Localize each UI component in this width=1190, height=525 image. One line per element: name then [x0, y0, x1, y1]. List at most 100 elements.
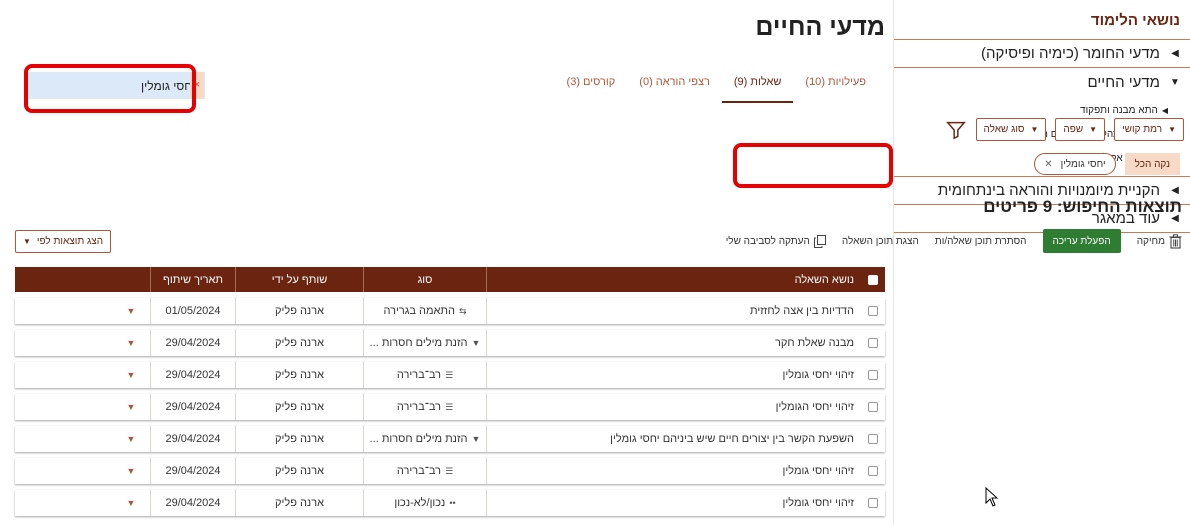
row-menu-button[interactable]: ▼: [112, 330, 150, 356]
table-row[interactable]: הדדיות בין אצה לחזזית ⇆ התאמה בגרירה ארנה פ…: [15, 298, 885, 324]
header-date[interactable]: תאריך שיתוף: [150, 267, 235, 292]
table-row[interactable]: זיהוי יחסי גומלין •• נכון/לא-נכון ארנה פליק…: [15, 490, 885, 516]
list-icon: ☰: [445, 401, 454, 412]
checkbox[interactable]: [867, 466, 878, 476]
actions-bar: מחיקה הפעלת עריכה הסתרת תוכן שאלה/ות הצג…: [726, 229, 1182, 253]
row-type-label: רב־ברירה: [396, 369, 442, 381]
row-type-label: הזנת מילים חסרות ...: [369, 337, 468, 349]
row-topic[interactable]: הדדיות בין אצה לחזזית: [486, 298, 860, 324]
row-checkbox[interactable]: [860, 298, 885, 324]
edit-button[interactable]: הפעלת עריכה: [1042, 229, 1121, 253]
dropdown-icon: ▼: [471, 434, 481, 444]
close-icon[interactable]: ✕: [1044, 159, 1052, 170]
active-filters: נקה הכל יחסי גומלין ✕: [1034, 153, 1180, 175]
copy-icon: [813, 234, 826, 248]
list-icon: ☰: [445, 465, 454, 476]
checkbox[interactable]: [867, 498, 878, 508]
tab-courses[interactable]: קורסים (3): [555, 72, 628, 103]
header-shared-by[interactable]: שותף על ידי: [235, 267, 363, 292]
row-checkbox[interactable]: [860, 362, 885, 388]
row-date: 29/04/2024: [150, 330, 235, 356]
filter-label: שפה: [1063, 124, 1084, 135]
filter-label: סוג שאלה: [983, 124, 1025, 135]
sidebar-subitem-label: התא מבנה ותפקוד: [1080, 104, 1158, 116]
caret-left-icon: ◀: [1161, 105, 1168, 115]
row-menu-button[interactable]: ▼: [112, 458, 150, 484]
row-date: 01/05/2024: [150, 298, 235, 324]
checkbox[interactable]: [867, 434, 878, 444]
row-menu-button[interactable]: ▼: [112, 490, 150, 516]
row-menu-button[interactable]: ▼: [112, 298, 150, 324]
row-menu-button[interactable]: ▼: [112, 426, 150, 452]
row-shared-by: ארנה פליק: [235, 330, 363, 356]
row-date: 29/04/2024: [150, 458, 235, 484]
caret-down-icon: ▼: [1030, 125, 1039, 134]
sidebar-title: נושאי הלימוד: [894, 0, 1190, 40]
table-row[interactable]: השפעת הקשר בין יצורים חיים שיש ביניהם יח…: [15, 426, 885, 452]
tab-activities[interactable]: פעילויות (10): [793, 72, 878, 103]
author-search-value: יחסי גומלין: [140, 78, 195, 93]
row-topic[interactable]: זיהוי יחסי גומלין: [486, 458, 860, 484]
row-checkbox[interactable]: [860, 490, 885, 516]
table-row[interactable]: זיהוי יחסי גומלין ☰ רב־ברירה ארנה פליק 29/04…: [15, 458, 885, 484]
row-menu-button[interactable]: ▼: [112, 362, 150, 388]
trash-icon: [1169, 233, 1182, 249]
author-search-input[interactable]: יחסי גומלין ×: [28, 72, 205, 99]
filter-language[interactable]: שפה ▼: [1055, 118, 1106, 141]
checkbox[interactable]: [867, 274, 878, 285]
checkbox[interactable]: [867, 402, 878, 412]
sort-results-button[interactable]: הצג תוצאות לפי ▼: [15, 230, 112, 253]
delete-button[interactable]: מחיקה: [1137, 229, 1182, 253]
checkbox[interactable]: [867, 306, 878, 316]
header-topic[interactable]: נושא השאלה: [486, 267, 860, 292]
filter-question-type[interactable]: סוג שאלה ▼: [975, 118, 1047, 141]
row-shared-by: ארנה פליק: [235, 490, 363, 516]
select-all-checkbox[interactable]: [860, 267, 885, 292]
sidebar-item-label: מדעי החיים: [1087, 73, 1160, 91]
header-type[interactable]: סוג: [363, 267, 486, 292]
tab-teaching-sequences[interactable]: רצפי הוראה (0): [627, 72, 722, 103]
row-date: 29/04/2024: [150, 490, 235, 516]
row-shared-by: ארנה פליק: [235, 458, 363, 484]
table-header: נושא השאלה סוג שותף על ידי תאריך שיתוף: [15, 267, 885, 292]
row-topic[interactable]: זיהוי יחסי גומלין: [486, 490, 860, 516]
tab-questions[interactable]: שאלות (9): [721, 72, 794, 103]
row-date: 29/04/2024: [150, 362, 235, 388]
row-menu-button[interactable]: ▼: [112, 394, 150, 420]
close-icon[interactable]: ×: [190, 72, 204, 99]
sidebar-item-label: מדעי החומר (כימיה ופיסיקה): [981, 45, 1160, 62]
row-type: ▼ הזנת מילים חסרות ...: [363, 426, 486, 452]
row-topic[interactable]: זיהוי יחסי גומלין: [486, 362, 860, 388]
caret-down-icon: ▼: [126, 338, 136, 348]
table-row[interactable]: זיהוי יחסי הגומלין ☰ רב־ברירה ארנה פליק 29/0…: [15, 394, 885, 420]
row-type: ☰ רב־ברירה: [363, 458, 486, 484]
copy-button[interactable]: העתקה לסביבה שלי: [726, 229, 826, 253]
funnel-icon[interactable]: [945, 119, 967, 141]
row-topic[interactable]: השפעת הקשר בין יצורים חיים שיש ביניהם יח…: [486, 426, 860, 452]
checkbox[interactable]: [867, 338, 878, 348]
sidebar-item-life-sciences[interactable]: ▼ מדעי החיים: [894, 68, 1190, 96]
row-shared-by: ארנה פליק: [235, 362, 363, 388]
filter-label: רמת קושי: [1122, 124, 1163, 135]
row-topic[interactable]: זיהוי יחסי הגומלין: [486, 394, 860, 420]
row-checkbox[interactable]: [860, 330, 885, 356]
sidebar: נושאי הלימוד ◀ מדעי החומר (כימיה ופיסיקה…: [893, 0, 1190, 525]
row-checkbox[interactable]: [860, 394, 885, 420]
table-row[interactable]: מבנה שאלת חקר ▼ הזנת מילים חסרות ... ארנה פ…: [15, 330, 885, 356]
filters-bar: סוג שאלה ▼ שפה ▼ רמת קושי ▼: [945, 118, 1184, 141]
filter-chip[interactable]: יחסי גומלין ✕: [1034, 153, 1116, 175]
row-checkbox[interactable]: [860, 458, 885, 484]
row-checkbox[interactable]: [860, 426, 885, 452]
caret-down-icon: ▼: [126, 434, 136, 444]
filter-difficulty[interactable]: רמת קושי ▼: [1114, 118, 1184, 141]
page-title: מדעי החיים: [755, 13, 885, 41]
row-date: 29/04/2024: [150, 426, 235, 452]
row-type: ⇆ התאמה בגרירה: [363, 298, 486, 324]
table-row[interactable]: זיהוי יחסי גומלין ☰ רב־ברירה ארנה פליק 29/04…: [15, 362, 885, 388]
show-content-button[interactable]: הצגת תוכן השאלה: [842, 229, 919, 253]
checkbox[interactable]: [867, 370, 878, 380]
hide-content-button[interactable]: הסתרת תוכן שאלה/ות: [935, 229, 1027, 253]
row-topic[interactable]: מבנה שאלת חקר: [486, 330, 860, 356]
clear-all-button[interactable]: נקה הכל: [1124, 153, 1180, 175]
sidebar-item-material-sciences[interactable]: ◀ מדעי החומר (כימיה ופיסיקה): [894, 40, 1190, 68]
